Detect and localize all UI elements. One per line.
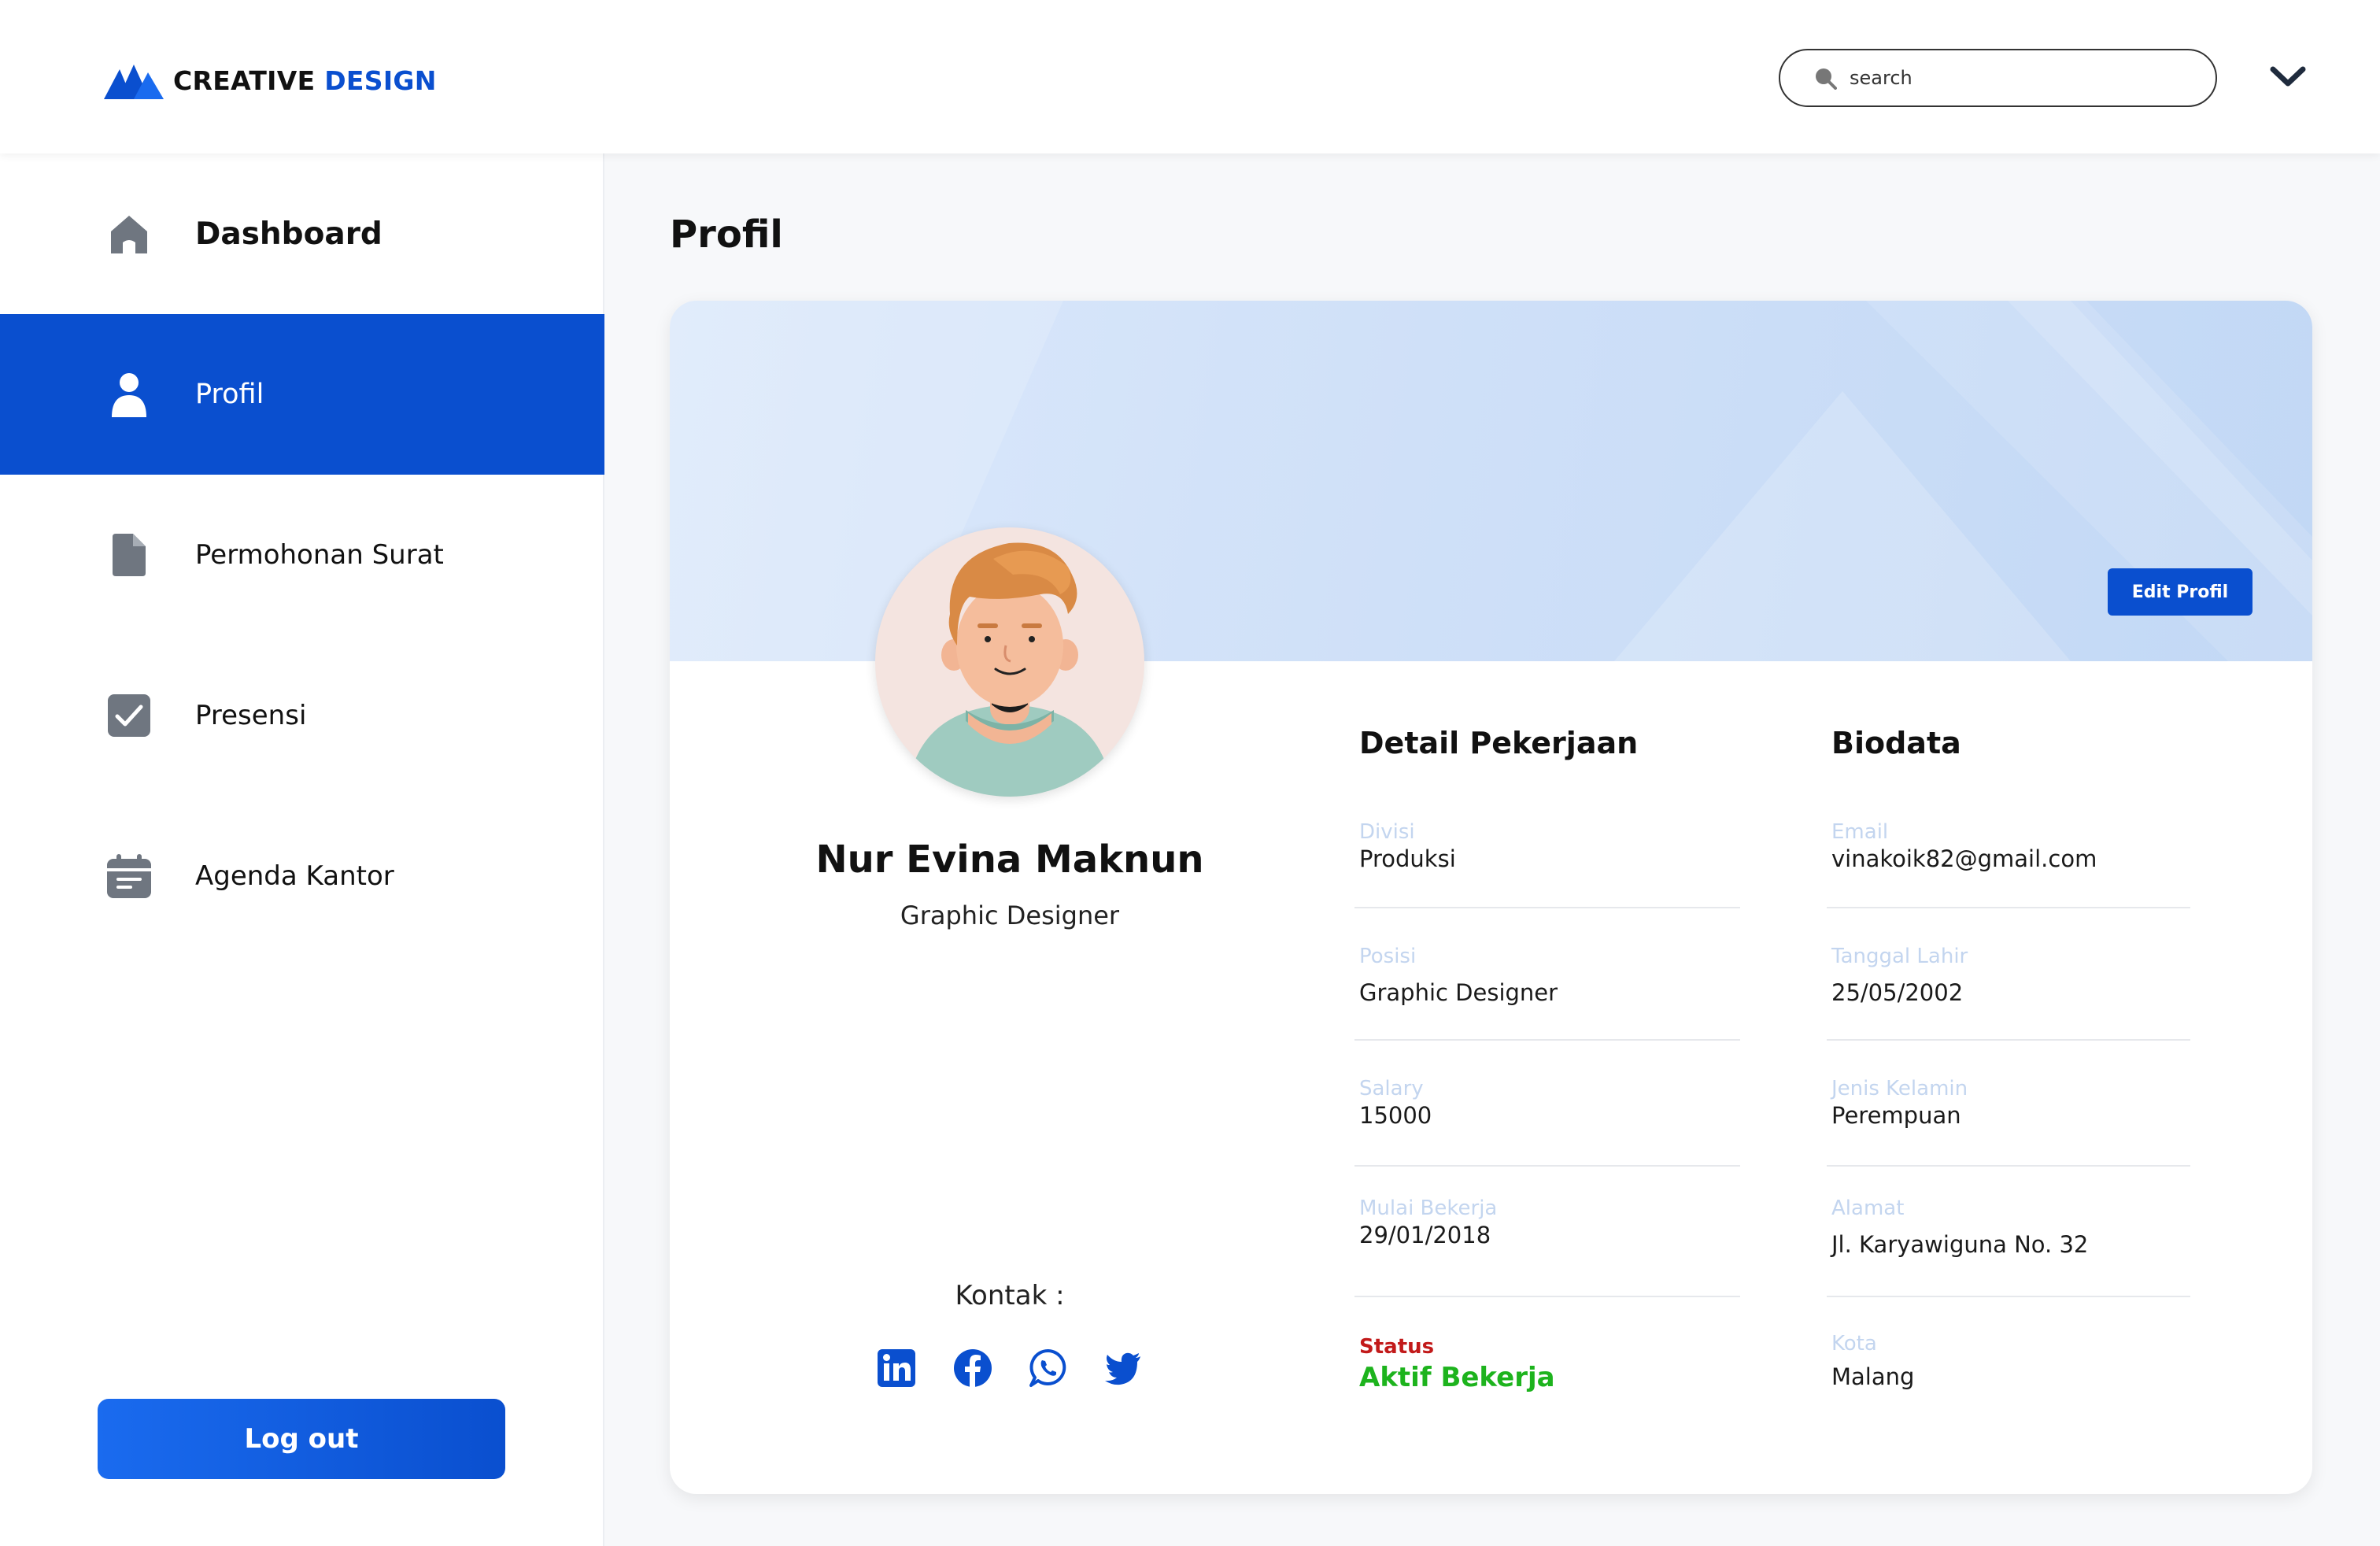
search-input[interactable] [1850, 67, 2196, 89]
divider [1827, 1039, 2190, 1041]
top-header: CREATIVE DESIGN [0, 0, 2380, 153]
brand-word-2: DESIGN [324, 65, 437, 96]
profile-role: Graphic Designer [900, 901, 1120, 930]
divider [1827, 1296, 2190, 1297]
profile-name: Nur Evina Maknun [815, 838, 1204, 882]
detail-pekerjaan-title: Detail Pekerjaan [1359, 726, 1639, 760]
facebook-icon[interactable] [952, 1348, 993, 1389]
field-label: Jenis Kelamin [1831, 1077, 1968, 1100]
field-mulai-bekerja: Mulai Bekerja 29/01/2018 [1359, 1196, 1745, 1248]
linkedin-icon[interactable] [876, 1348, 917, 1389]
chevron-down-icon[interactable] [2268, 61, 2308, 93]
checkbox-icon [105, 692, 153, 739]
contact-label: Kontak : [955, 1280, 1065, 1311]
field-value: vinakoik82@gmail.com [1831, 845, 2097, 872]
field-value: Produksi [1359, 845, 1456, 872]
sidebar-item-permohonan-surat[interactable]: Permohonan Surat [0, 475, 604, 635]
divider [1827, 907, 2190, 908]
field-value: Jl. Karyawiguna No. 32 [1831, 1231, 2089, 1258]
field-label: Divisi [1359, 820, 1415, 844]
logo-mark-icon [104, 65, 164, 99]
user-icon [105, 371, 153, 418]
social-links [876, 1348, 1144, 1395]
page-title: Profil [670, 213, 783, 257]
brand-name: CREATIVE DESIGN [173, 65, 437, 96]
field-value: Graphic Designer [1359, 979, 1558, 1006]
whatsapp-icon[interactable] [1028, 1348, 1069, 1389]
field-status: Status Aktif Bekerja [1359, 1335, 1745, 1393]
twitter-icon[interactable] [1103, 1348, 1144, 1389]
logout-button[interactable]: Log out [98, 1399, 505, 1479]
sidebar-item-dashboard[interactable]: Dashboard [0, 153, 604, 314]
profile-card: Edit Profil Nur Evina Maknun Graphic Des… [670, 301, 2312, 1494]
sidebar-item-label: Permohonan Surat [195, 539, 444, 571]
sidebar-item-label: Agenda Kantor [195, 860, 394, 892]
field-value: 25/05/2002 [1831, 979, 1964, 1006]
divider [1354, 1039, 1740, 1041]
sidebar-item-label: Profil [195, 379, 264, 410]
edit-profile-button[interactable]: Edit Profil [2108, 568, 2252, 616]
field-email: Email vinakoik82@gmail.com [1831, 820, 2217, 872]
document-icon [105, 531, 153, 579]
field-jenis-kelamin: Jenis Kelamin Perempuan [1831, 1077, 2217, 1129]
status-value: Aktif Bekerja [1359, 1362, 1555, 1393]
field-label: Mulai Bekerja [1359, 1196, 1498, 1220]
biodata-title: Biodata [1831, 726, 1961, 760]
sidebar-item-profil[interactable]: Profil [0, 314, 604, 475]
field-label: Email [1831, 820, 1889, 844]
field-label: Kota [1831, 1332, 1877, 1356]
field-label: Tanggal Lahir [1831, 945, 1968, 968]
field-value: Perempuan [1831, 1102, 1961, 1129]
field-kota: Kota Malang [1831, 1332, 2217, 1390]
sidebar-item-label: Presensi [195, 700, 307, 731]
status-label: Status [1359, 1335, 1435, 1359]
field-divisi: Divisi Produksi [1359, 820, 1745, 872]
field-value: 15000 [1359, 1102, 1432, 1129]
sidebar-item-label: Dashboard [195, 216, 382, 252]
field-label: Salary [1359, 1077, 1424, 1100]
field-posisi: Posisi Graphic Designer [1359, 945, 1745, 1006]
field-label: Alamat [1831, 1196, 1905, 1220]
field-tanggal-lahir: Tanggal Lahir 25/05/2002 [1831, 945, 2217, 1006]
sidebar-item-presensi[interactable]: Presensi [0, 635, 604, 796]
search-box[interactable] [1779, 49, 2217, 107]
field-salary: Salary 15000 [1359, 1077, 1745, 1129]
field-value: Malang [1831, 1363, 1915, 1390]
sidebar-item-agenda-kantor[interactable]: Agenda Kantor [0, 796, 604, 956]
divider [1354, 1165, 1740, 1167]
divider [1354, 907, 1740, 908]
search-icon [1816, 68, 1837, 90]
field-alamat: Alamat Jl. Karyawiguna No. 32 [1831, 1196, 2217, 1258]
field-label: Posisi [1359, 945, 1417, 968]
home-icon [105, 210, 153, 257]
avatar [875, 527, 1144, 797]
field-value: 29/01/2018 [1359, 1222, 1491, 1248]
divider [1827, 1165, 2190, 1167]
brand-logo[interactable]: CREATIVE DESIGN [104, 61, 437, 99]
calendar-icon [105, 853, 153, 900]
sidebar: Dashboard Profil Permohonan Surat Presen… [0, 153, 604, 1546]
brand-word-1: CREATIVE [173, 65, 316, 96]
divider [1354, 1296, 1740, 1297]
